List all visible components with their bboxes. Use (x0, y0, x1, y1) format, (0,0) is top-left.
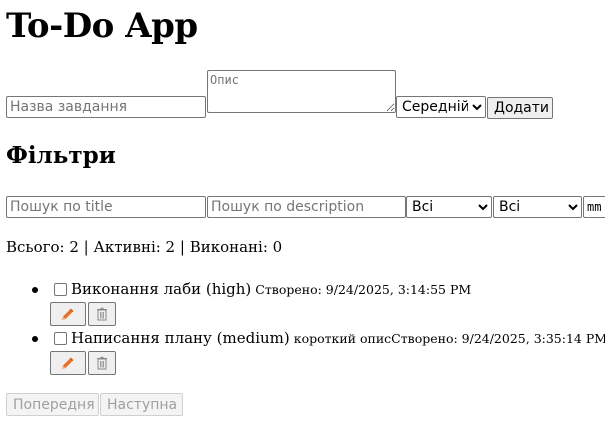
task-complete-checkbox[interactable] (54, 282, 67, 296)
task-title-input[interactable] (6, 96, 206, 118)
task-description: короткий опис (293, 330, 392, 346)
status-filter-select[interactable]: Всі (406, 196, 492, 218)
edit-task-button[interactable] (50, 302, 86, 326)
trash-icon (97, 307, 107, 321)
task-complete-checkbox[interactable] (54, 331, 67, 345)
todo-app-page: To-Do App Середній Додати Фільтри Всі Вс… (0, 0, 605, 433)
next-page-button[interactable]: Наступна (100, 393, 183, 416)
trash-icon (97, 356, 107, 370)
task-line: Виконання лаби (high) Створено: 9/24/202… (54, 278, 471, 300)
task-created: Створено: 9/24/2025, 3:14:55 PM (255, 281, 472, 297)
date-filter-text: mm (587, 200, 602, 214)
list-bullet (32, 336, 38, 342)
task-title: Написання плану (medium) (71, 329, 290, 347)
delete-task-button[interactable] (88, 351, 116, 375)
pencil-icon (62, 357, 74, 369)
task-line: Написання плану (medium) короткий опис С… (54, 327, 605, 349)
task-title: Виконання лаби (high) (71, 280, 252, 298)
list-bullet (32, 287, 38, 293)
search-title-input[interactable] (6, 196, 206, 218)
previous-page-button[interactable]: Попередня (6, 393, 99, 416)
priority-select[interactable]: Середній (396, 96, 486, 118)
priority-filter-select[interactable]: Всі (493, 196, 582, 218)
app-title: To-Do App (6, 6, 198, 46)
filters-heading: Фільтри (6, 142, 116, 169)
edit-task-button[interactable] (50, 351, 86, 375)
task-stats: Всього: 2 | Активні: 2 | Виконані: 0 (6, 238, 283, 256)
search-description-input[interactable] (207, 196, 406, 218)
date-filter-input[interactable]: mm (583, 196, 605, 218)
pencil-icon (62, 308, 74, 320)
task-description-input[interactable] (207, 70, 396, 113)
task-created: Створено: 9/24/2025, 3:35:14 PM (391, 330, 605, 346)
delete-task-button[interactable] (88, 302, 116, 326)
add-task-button[interactable]: Додати (487, 97, 553, 119)
